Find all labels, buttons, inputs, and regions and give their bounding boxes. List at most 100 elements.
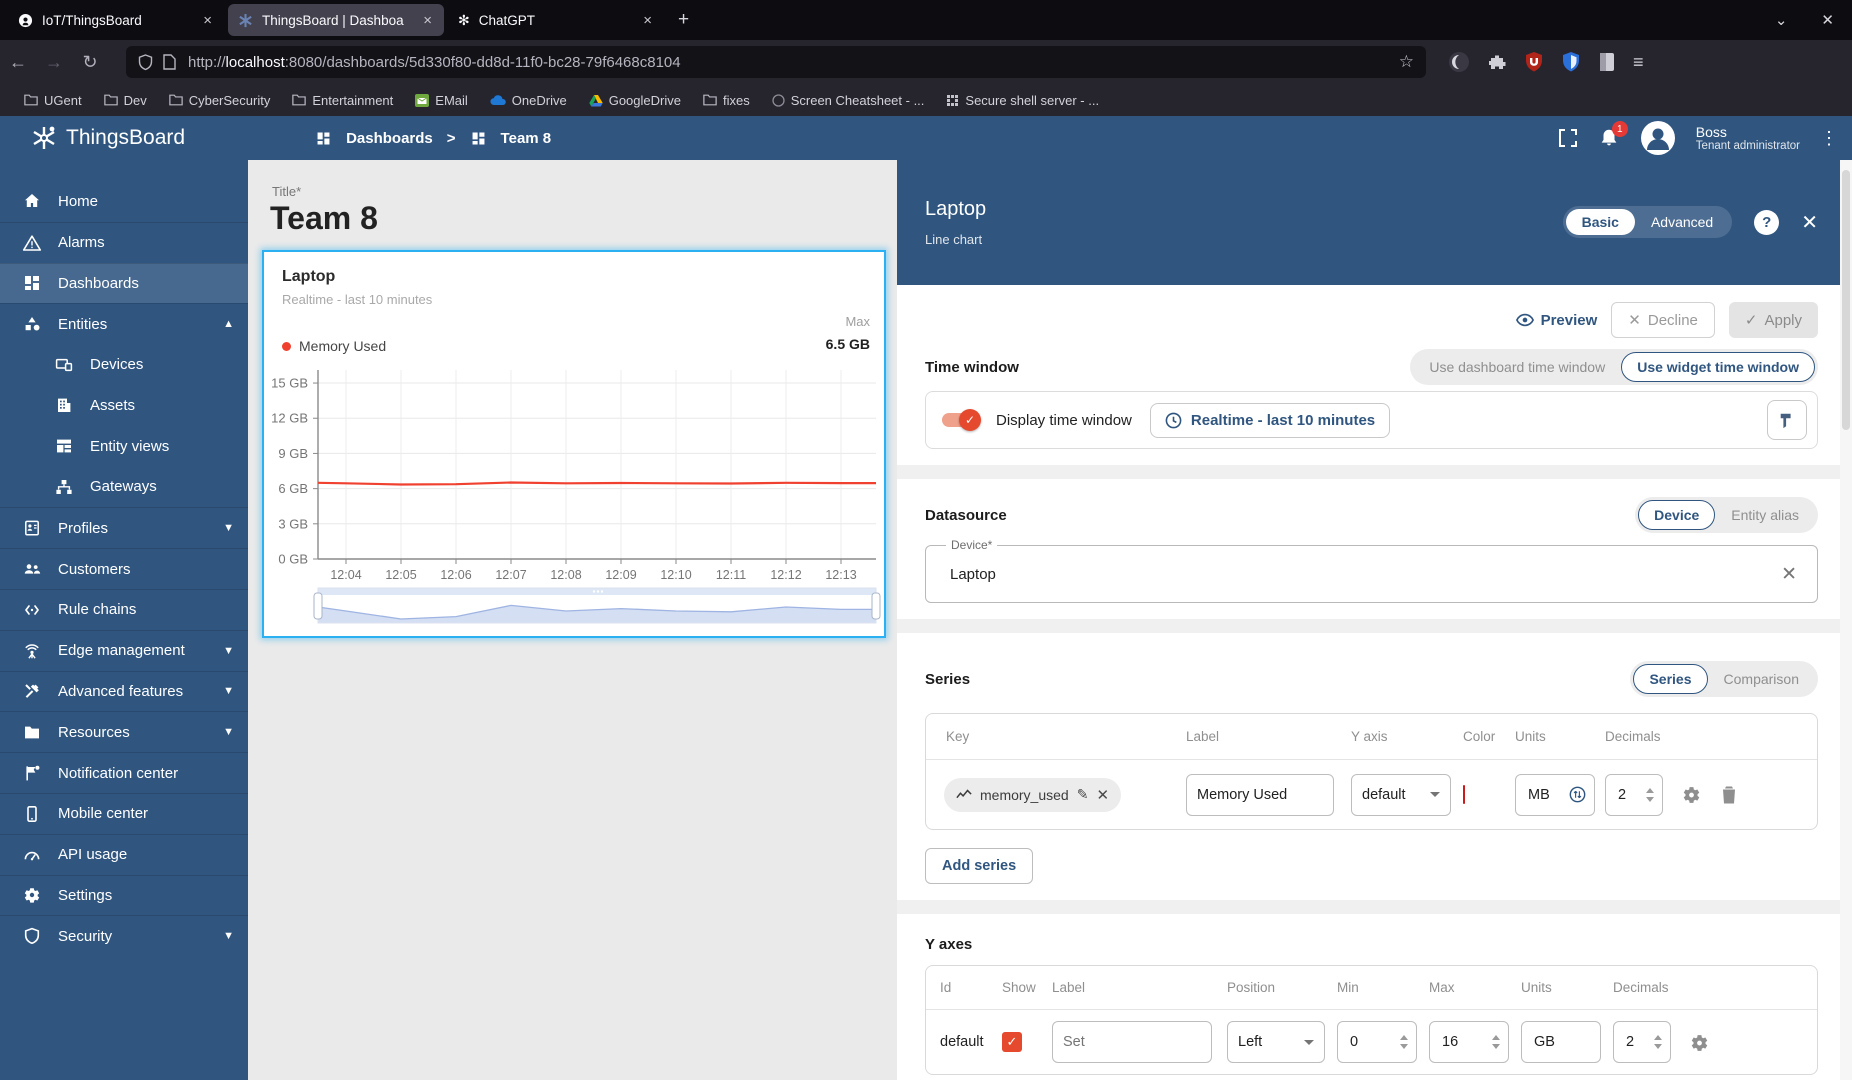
bookmark-onedrive[interactable]: OneDrive	[490, 93, 567, 108]
toggle-basic[interactable]: Basic	[1566, 209, 1635, 235]
breadcrumb-current[interactable]: Team 8	[501, 130, 552, 147]
y-axis-decimals-stepper[interactable]: 2	[1613, 1021, 1671, 1063]
tab-chatgpt[interactable]: ✻ ChatGPT ×	[448, 4, 664, 36]
panel-close-icon[interactable]: ✕	[1801, 210, 1818, 235]
reload-icon[interactable]: ↻	[72, 52, 108, 73]
tab-close-icon[interactable]: ×	[421, 12, 434, 29]
dashboard-canvas[interactable]: Title* Team 8 0 GB3 GB6 GB9 GB12 GB15 GB…	[248, 160, 897, 1080]
sidebar-item-gateways[interactable]: Gateways	[0, 467, 248, 508]
apply-button[interactable]: ✓Apply	[1729, 302, 1818, 338]
bookmark-cybersecurity[interactable]: CyberSecurity	[169, 93, 271, 108]
breadcrumb-dashboards[interactable]: Dashboards	[346, 130, 433, 147]
bookmark-entertainment[interactable]: Entertainment	[292, 93, 393, 108]
list-tabs-icon[interactable]: ⌄	[1775, 11, 1788, 29]
sidebar-item-alarms[interactable]: Alarms	[0, 222, 248, 263]
series-decimals-stepper[interactable]: 2	[1605, 774, 1663, 816]
zoom-handle-left[interactable]	[314, 593, 322, 619]
sidebar-item-assets[interactable]: Assets	[0, 385, 248, 426]
y-axis-units-field[interactable]: GB	[1521, 1021, 1601, 1063]
menu-hamburger-icon[interactable]: ≡	[1633, 52, 1644, 73]
sidebar-item-dashboards[interactable]: Dashboards	[0, 263, 248, 304]
new-tab-button[interactable]: +	[678, 9, 689, 31]
widget-laptop-card[interactable]: 0 GB3 GB6 GB9 GB12 GB15 GB12:0412:0512:0…	[262, 250, 886, 638]
series-key-chip[interactable]: memory_used ✎ ✕	[944, 778, 1121, 812]
tab-iot-thingsboard[interactable]: IoT/ThingsBoard ×	[8, 4, 224, 36]
series-delete-trash-icon[interactable]	[1720, 784, 1738, 805]
sidebar-item-advanced-features[interactable]: Advanced features▼	[0, 671, 248, 712]
series-label-input[interactable]	[1186, 774, 1334, 816]
sidebar-page-icon[interactable]	[1598, 52, 1616, 72]
sidebar-item-customers[interactable]: Customers	[0, 548, 248, 589]
sidebar-item-api-usage[interactable]: API usage	[0, 834, 248, 875]
sidebar-item-entity-views[interactable]: Entity views	[0, 426, 248, 467]
step-up-icon[interactable]	[1400, 1035, 1408, 1040]
kebab-menu-icon[interactable]: ⋮	[1820, 128, 1838, 149]
series-option[interactable]: Series	[1633, 664, 1707, 694]
device-clear-icon[interactable]: ✕	[1781, 563, 1797, 586]
thingsboard-logo[interactable]: ThingsBoard	[30, 124, 185, 152]
avatar[interactable]	[1640, 120, 1676, 156]
toggle-advanced[interactable]: Advanced	[1635, 209, 1729, 235]
edit-key-icon[interactable]: ✎	[1077, 786, 1089, 803]
step-up-icon[interactable]	[1492, 1035, 1500, 1040]
datasource-alias-option[interactable]: Entity alias	[1715, 500, 1815, 530]
comparison-option[interactable]: Comparison	[1708, 664, 1815, 694]
step-up-icon[interactable]	[1654, 1035, 1662, 1040]
y-axis-max-stepper[interactable]: 16	[1429, 1021, 1509, 1063]
step-down-icon[interactable]	[1654, 1044, 1662, 1049]
realtime-range-button[interactable]: Realtime - last 10 minutes	[1150, 403, 1390, 438]
y-axis-position-select[interactable]: Left	[1227, 1021, 1325, 1063]
sidebar-item-profiles[interactable]: Profiles▼	[0, 507, 248, 548]
extension-account-icon[interactable]	[1448, 51, 1470, 73]
tab-close-icon[interactable]: ×	[201, 12, 214, 29]
sidebar-item-resources[interactable]: Resources▼	[0, 711, 248, 752]
y-axis-min-stepper[interactable]: 0	[1337, 1021, 1417, 1063]
y-axis-show-checkbox[interactable]: ✓	[1002, 1032, 1022, 1052]
bookmark-ugent[interactable]: UGent	[24, 93, 82, 108]
timewindow-filter-button[interactable]	[1767, 400, 1807, 440]
panel-scrollbar[interactable]	[1840, 160, 1852, 1080]
bookmark-fixes[interactable]: fixes	[703, 93, 750, 108]
add-series-button[interactable]: Add series	[925, 848, 1033, 884]
fullscreen-icon[interactable]	[1558, 128, 1578, 148]
series-settings-gear-icon[interactable]	[1681, 784, 1702, 805]
device-field[interactable]: Device* Laptop ✕	[925, 545, 1818, 603]
bitwarden-icon[interactable]	[1561, 51, 1581, 73]
dashboard-title[interactable]: Team 8	[270, 200, 378, 237]
user-info[interactable]: Boss Tenant administrator	[1696, 124, 1800, 152]
step-up-icon[interactable]	[1646, 788, 1654, 793]
datasource-device-option[interactable]: Device	[1638, 500, 1715, 530]
extension-puzzle-icon[interactable]	[1487, 52, 1507, 72]
y-axis-label-input[interactable]	[1052, 1021, 1212, 1063]
step-down-icon[interactable]	[1400, 1044, 1408, 1049]
use-dashboard-time-window[interactable]: Use dashboard time window	[1413, 352, 1621, 382]
display-time-window-switch[interactable]: ✓	[942, 413, 978, 427]
preview-button[interactable]: Preview	[1516, 312, 1598, 329]
notifications-bell-icon[interactable]: 1	[1598, 127, 1620, 149]
y-axis-settings-gear-icon[interactable]	[1689, 1032, 1710, 1053]
tab-close-icon[interactable]: ×	[641, 12, 654, 29]
sidebar-item-entities[interactable]: Entities▲	[0, 303, 248, 344]
forward-icon[interactable]: →	[36, 52, 72, 73]
step-down-icon[interactable]	[1492, 1044, 1500, 1049]
zoom-handle-right[interactable]	[872, 593, 880, 619]
sidebar-item-edge-management[interactable]: Edge management▼	[0, 630, 248, 671]
bookmark-secure-shell-server[interactable]: Secure shell server - ...	[946, 93, 1099, 108]
use-widget-time-window[interactable]: Use widget time window	[1621, 352, 1815, 382]
bookmark-dev[interactable]: Dev	[104, 93, 147, 108]
bookmark-screen-cheatsheet[interactable]: Screen Cheatsheet - ...	[772, 93, 925, 108]
shield-icon[interactable]	[138, 54, 153, 71]
series-yaxis-select[interactable]: default	[1351, 774, 1451, 816]
help-icon[interactable]: ?	[1754, 210, 1779, 235]
series-units-field[interactable]: MB	[1515, 774, 1595, 816]
sidebar-item-rule-chains[interactable]: Rule chains	[0, 589, 248, 630]
page-info-icon[interactable]	[163, 54, 176, 70]
series-color-swatch[interactable]	[1463, 785, 1465, 804]
sidebar-item-home[interactable]: Home	[0, 181, 248, 222]
sidebar-item-settings[interactable]: Settings	[0, 875, 248, 916]
sidebar-item-notification-center[interactable]: Notification center	[0, 752, 248, 793]
sidebar-item-security[interactable]: Security▼	[0, 915, 248, 956]
tab-thingsboard-dashboard[interactable]: ThingsBoard | Dashboa ×	[228, 4, 444, 36]
ublock-icon[interactable]	[1524, 51, 1544, 73]
decline-button[interactable]: ✕Decline	[1611, 302, 1715, 338]
